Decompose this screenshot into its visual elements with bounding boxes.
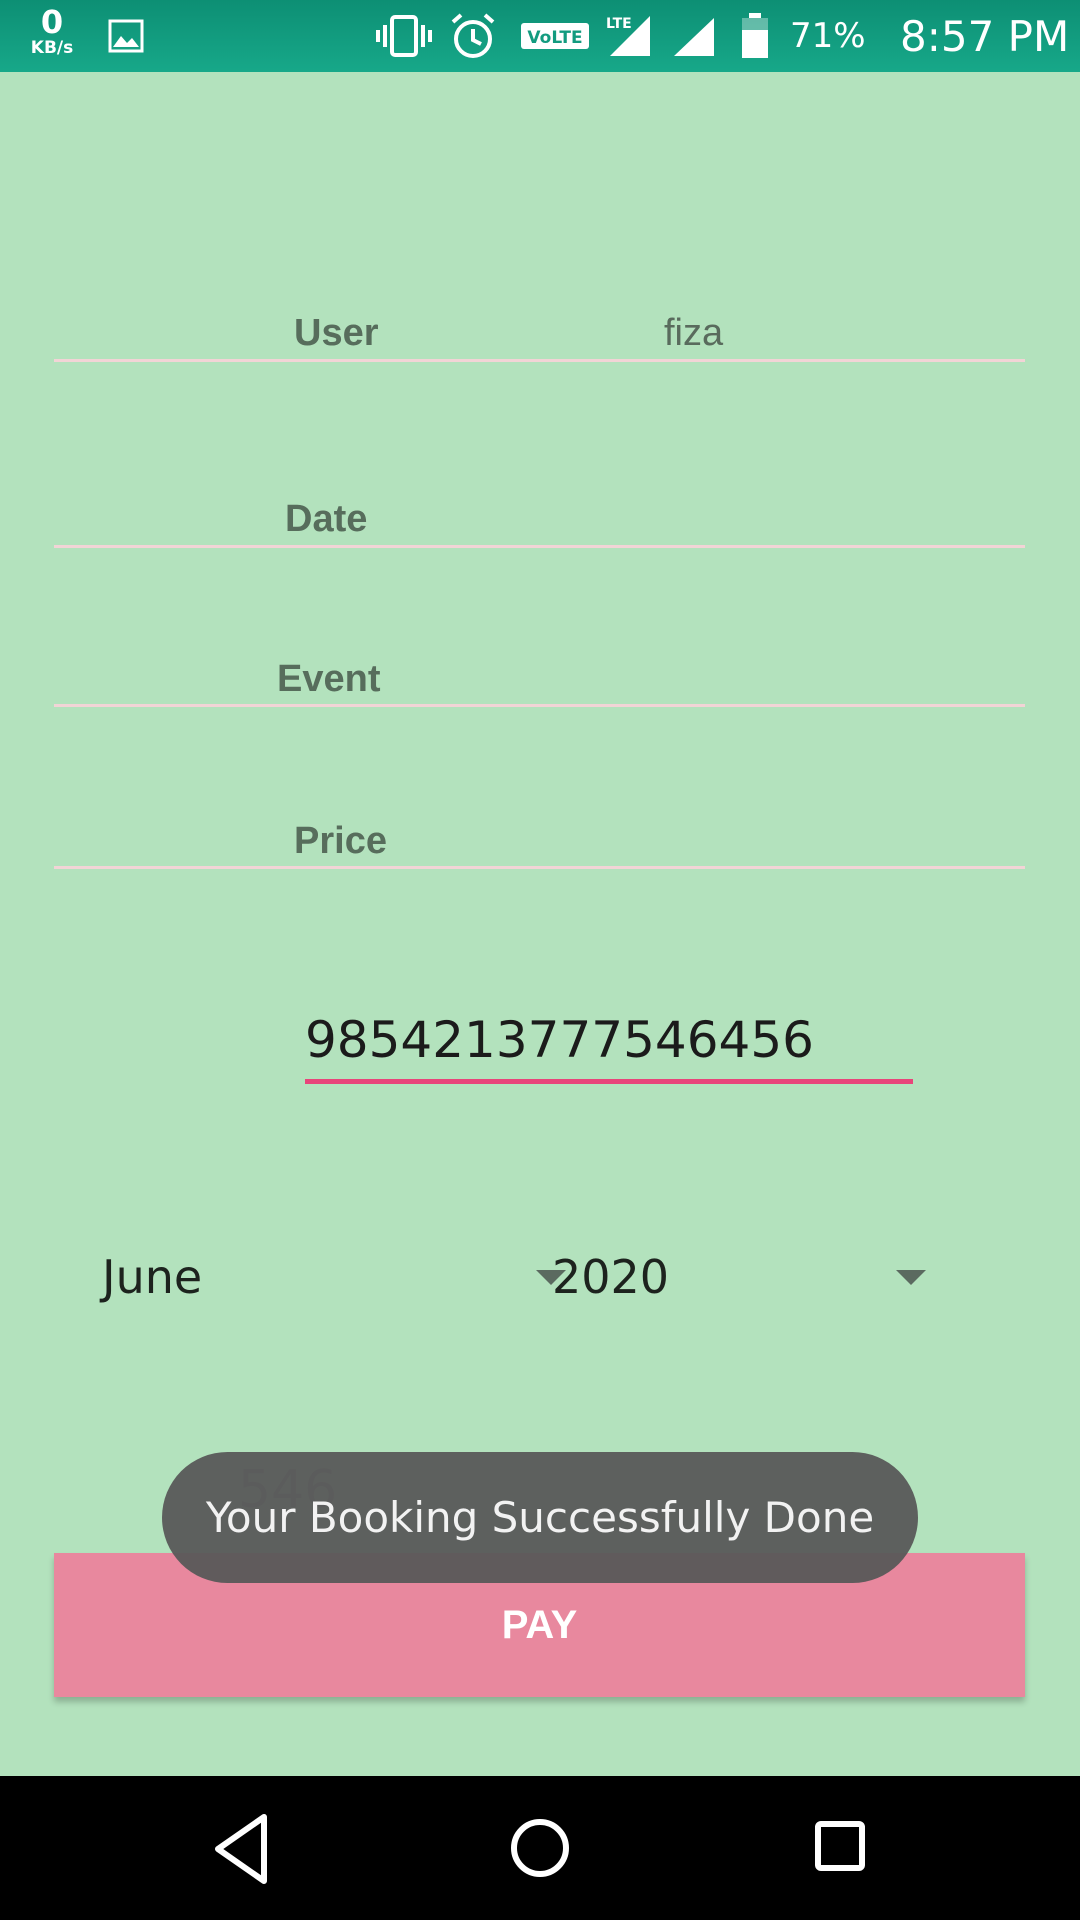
year-spinner[interactable]: 2020 xyxy=(552,1240,932,1316)
date-label: Date xyxy=(285,498,368,540)
year-dropdown-arrow-icon xyxy=(896,1270,926,1285)
net-speed: 0 KB/s xyxy=(24,6,80,57)
volte-icon: VoLTE xyxy=(521,23,589,49)
price-divider xyxy=(54,866,1025,869)
user-value: fiza xyxy=(664,312,724,354)
back-icon[interactable] xyxy=(212,1811,270,1887)
event-label: Event xyxy=(277,658,381,700)
event-divider xyxy=(54,704,1025,707)
home-icon[interactable] xyxy=(510,1818,570,1878)
recents-icon[interactable] xyxy=(814,1820,866,1872)
vibrate-icon xyxy=(376,15,432,57)
price-label: Price xyxy=(294,820,387,862)
net-speed-unit: KB/s xyxy=(30,38,74,58)
battery-percent: 71% xyxy=(790,16,866,56)
svg-text:LTE: LTE xyxy=(606,16,632,32)
alarm-icon xyxy=(451,13,495,58)
navigation-bar xyxy=(0,1776,1080,1920)
image-notification-icon xyxy=(108,19,144,53)
user-divider xyxy=(54,359,1025,362)
signal-icon xyxy=(674,18,714,56)
clock: 8:57 PM xyxy=(900,12,1070,61)
month-selected-text: June xyxy=(102,1250,203,1304)
svg-text:VoLTE: VoLTE xyxy=(527,28,582,48)
year-selected-text: 2020 xyxy=(552,1250,670,1304)
battery-icon xyxy=(742,13,768,58)
lte-signal-icon: LTE xyxy=(606,16,650,56)
net-speed-value: 0 xyxy=(40,3,64,41)
card-number-input[interactable] xyxy=(305,1000,913,1084)
month-spinner[interactable]: June xyxy=(100,1240,570,1316)
status-bar: 0 KB/s VoLTE LTE 71% 8:57 PM xyxy=(0,0,1080,72)
user-label: User xyxy=(294,312,379,354)
booking-success-toast: Your Booking Successfully Done xyxy=(162,1452,918,1583)
date-divider xyxy=(54,545,1025,548)
